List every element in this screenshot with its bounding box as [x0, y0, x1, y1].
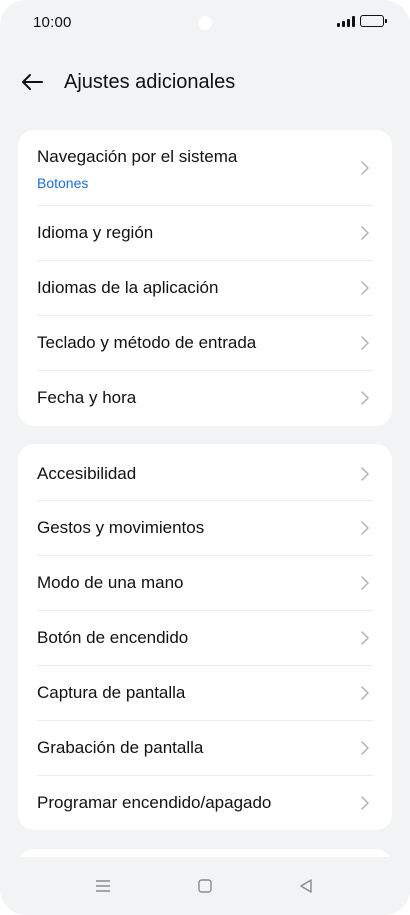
item-label: Fecha y hora: [37, 388, 137, 407]
battery-icon: [360, 15, 387, 27]
list-item-one-hand-mode[interactable]: Modo de una mano: [18, 556, 392, 611]
status-time: 10:00: [33, 14, 72, 31]
chevron-right-icon: [361, 796, 369, 810]
settings-group-1: Navegación por el sistema Botones Idioma…: [18, 130, 392, 426]
home-square-icon: [198, 879, 212, 893]
arrow-left-icon: [22, 74, 43, 90]
back-triangle-icon: [300, 879, 312, 893]
back-button[interactable]: [14, 64, 50, 100]
item-label: Programar encendido/apagado: [37, 793, 272, 812]
chevron-right-icon: [361, 576, 369, 590]
chevron-right-icon: [361, 741, 369, 755]
status-icons: [337, 15, 387, 27]
list-item-keyboard-input[interactable]: Teclado y método de entrada: [18, 316, 392, 371]
page-title: Ajustes adicionales: [64, 71, 236, 93]
home-button[interactable]: [193, 877, 217, 895]
chevron-right-icon: [361, 161, 369, 175]
list-item-system-navigation[interactable]: Navegación por el sistema Botones: [18, 130, 392, 206]
status-bar: 10:00: [0, 0, 410, 46]
phone-screen: 10:00 Ajustes adicionales Navegación por…: [0, 0, 410, 915]
item-label: Idioma y región: [37, 223, 154, 242]
chevron-right-icon: [361, 281, 369, 295]
header: Ajustes adicionales: [0, 60, 410, 106]
item-label: Modo de una mano: [37, 573, 184, 592]
signal-icon: [337, 15, 355, 27]
chevron-right-icon: [361, 336, 369, 350]
chevron-right-icon: [361, 686, 369, 700]
item-value: Botones: [37, 175, 89, 191]
camera-cutout: [198, 16, 212, 30]
list-item-power-button[interactable]: Botón de encendido: [18, 611, 392, 666]
item-label: Captura de pantalla: [37, 683, 186, 702]
list-item-language-region[interactable]: Idioma y región: [18, 206, 392, 261]
item-label: Botón de encendido: [37, 628, 189, 647]
item-label: Idiomas de la aplicación: [37, 278, 219, 297]
item-label: Gestos y movimientos: [37, 518, 205, 537]
list-item-app-languages[interactable]: Idiomas de la aplicación: [18, 261, 392, 316]
chevron-right-icon: [361, 467, 369, 481]
list-item-screen-recording[interactable]: Grabación de pantalla: [18, 721, 392, 776]
recent-apps-button[interactable]: [91, 877, 115, 895]
nav-back-button[interactable]: [294, 877, 318, 895]
list-item-gestures[interactable]: Gestos y movimientos: [18, 501, 392, 556]
chevron-right-icon: [361, 631, 369, 645]
list-item-scheduled-power[interactable]: Programar encendido/apagado: [18, 776, 392, 831]
menu-icon: [96, 880, 110, 892]
list-item-date-time[interactable]: Fecha y hora: [18, 371, 392, 426]
item-label: Accesibilidad: [37, 464, 137, 483]
chevron-right-icon: [361, 521, 369, 535]
navigation-bar: [0, 857, 410, 915]
chevron-right-icon: [361, 226, 369, 240]
settings-group-2: Accesibilidad Gestos y movimientos Modo …: [18, 444, 392, 830]
item-label: Navegación por el sistema: [37, 147, 238, 166]
chevron-right-icon: [361, 391, 369, 405]
list-item-screenshot[interactable]: Captura de pantalla: [18, 666, 392, 721]
item-label: Teclado y método de entrada: [37, 333, 257, 352]
list-item-accessibility[interactable]: Accesibilidad: [18, 444, 392, 501]
item-label: Grabación de pantalla: [37, 738, 204, 757]
